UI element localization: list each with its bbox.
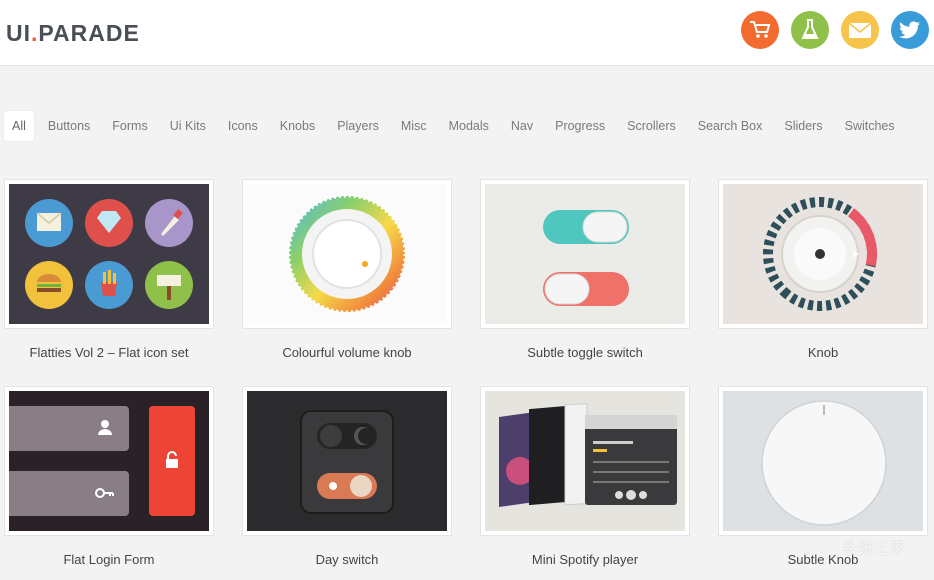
card-title[interactable]: Knob xyxy=(718,345,928,360)
gallery-card[interactable]: Knob xyxy=(718,179,928,360)
spotify-player-preview xyxy=(485,391,685,531)
card-thumbnail[interactable] xyxy=(480,386,690,536)
card-thumbnail[interactable] xyxy=(718,386,928,536)
filter-icons[interactable]: Icons xyxy=(220,111,266,141)
site-header: UI.PARADE xyxy=(0,0,934,66)
filter-knobs[interactable]: Knobs xyxy=(272,111,323,141)
filter-buttons[interactable]: Buttons xyxy=(40,111,98,141)
card-title[interactable]: Day switch xyxy=(242,552,452,567)
cart-icon[interactable] xyxy=(741,11,779,49)
category-filter-bar: All Buttons Forms Ui Kits Icons Knobs Pl… xyxy=(4,111,909,141)
flat-icons-preview xyxy=(9,184,209,324)
filter-sliders[interactable]: Sliders xyxy=(776,111,830,141)
gallery-card[interactable]: Flat Login Form xyxy=(4,386,214,567)
mail-icon[interactable] xyxy=(841,11,879,49)
filter-search-box[interactable]: Search Box xyxy=(690,111,771,141)
login-form-preview xyxy=(9,391,209,531)
gallery-card[interactable]: Flatties Vol 2 – Flat icon set xyxy=(4,179,214,360)
knob-preview xyxy=(723,184,923,324)
watermark: 系统之家 xyxy=(841,540,906,557)
filter-forms[interactable]: Forms xyxy=(104,111,155,141)
gallery-card[interactable]: Colourful volume knob xyxy=(242,179,452,360)
card-thumbnail[interactable] xyxy=(4,179,214,329)
social-links xyxy=(741,11,929,49)
twitter-icon[interactable] xyxy=(891,11,929,49)
filter-ui-kits[interactable]: Ui Kits xyxy=(162,111,214,141)
filter-switches[interactable]: Switches xyxy=(837,111,903,141)
gallery-card[interactable]: Mini Spotify player xyxy=(480,386,690,567)
filter-nav[interactable]: Nav xyxy=(503,111,541,141)
card-thumbnail[interactable] xyxy=(242,179,452,329)
card-title[interactable]: Flat Login Form xyxy=(4,552,214,567)
gallery-card[interactable]: Day switch xyxy=(242,386,452,567)
card-title[interactable]: Subtle toggle switch xyxy=(480,345,690,360)
card-thumbnail[interactable] xyxy=(480,179,690,329)
filter-all[interactable]: All xyxy=(4,111,34,141)
filter-modals[interactable]: Modals xyxy=(441,111,497,141)
filter-players[interactable]: Players xyxy=(329,111,387,141)
card-title[interactable]: Flatties Vol 2 – Flat icon set xyxy=(4,345,214,360)
card-title[interactable]: Mini Spotify player xyxy=(480,552,690,567)
toggle-switch-preview xyxy=(485,184,685,324)
filter-misc[interactable]: Misc xyxy=(393,111,435,141)
day-switch-preview xyxy=(247,391,447,531)
subtle-knob-preview xyxy=(723,391,923,531)
card-thumbnail[interactable] xyxy=(718,179,928,329)
volume-knob-preview xyxy=(247,184,447,324)
gallery-card[interactable]: Subtle toggle switch xyxy=(480,179,690,360)
card-thumbnail[interactable] xyxy=(4,386,214,536)
filter-progress[interactable]: Progress xyxy=(547,111,613,141)
flask-icon[interactable] xyxy=(791,11,829,49)
filter-scrollers[interactable]: Scrollers xyxy=(619,111,684,141)
card-title[interactable]: Colourful volume knob xyxy=(242,345,452,360)
site-logo[interactable]: UI.PARADE xyxy=(6,20,140,47)
card-thumbnail[interactable] xyxy=(242,386,452,536)
